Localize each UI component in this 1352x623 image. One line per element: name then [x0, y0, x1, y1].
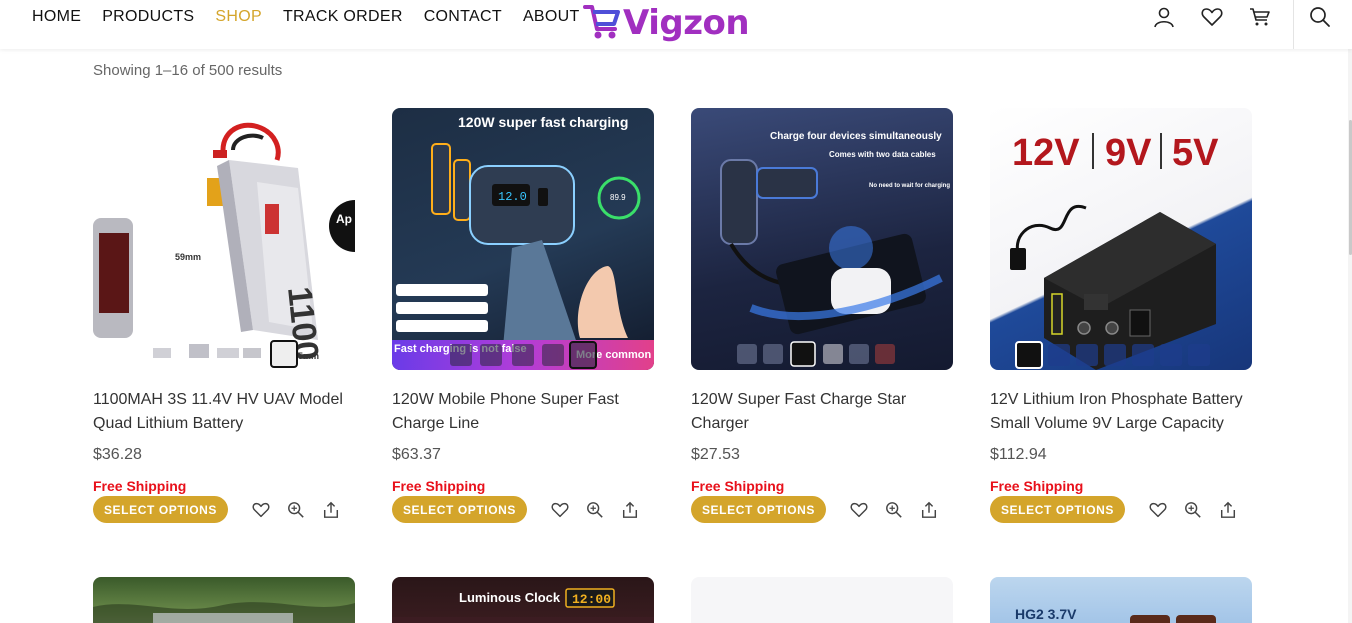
product-card: Charge four devices simultaneously Comes…: [691, 108, 953, 523]
main-nav: HOME PRODUCTS SHOP TRACK ORDER CONTACT A…: [32, 0, 580, 34]
product-card: 120W super fast charging 12.0 89.9 Fast …: [392, 108, 654, 523]
share-icon[interactable]: [918, 499, 940, 521]
product-title[interactable]: 12V Lithium Iron Phosphate Battery Small…: [990, 388, 1252, 436]
free-shipping-label: Free Shipping: [990, 478, 1084, 494]
dimension-label-b: 5mm: [298, 351, 319, 361]
product-card: 1100 59mm 5mm Ap 1100MAH 3S 11.4V HV UAV…: [93, 108, 355, 523]
voltage-12v: 12V: [1012, 132, 1080, 174]
image-line-2: Comes with two data cables: [829, 150, 936, 159]
user-icon[interactable]: [1150, 3, 1178, 31]
product-title[interactable]: 120W Super Fast Charge Star Charger: [691, 388, 953, 436]
wishlist-heart-icon[interactable]: [848, 499, 870, 521]
nav-about[interactable]: ABOUT: [523, 8, 580, 26]
select-options-button[interactable]: SELECT OPTIONS: [990, 496, 1125, 523]
clock-title-text: Luminous Clock: [459, 590, 561, 605]
free-shipping-label: Free Shipping: [93, 478, 187, 494]
brand-badge-text: Ap: [336, 212, 352, 226]
product-actions: SELECT OPTIONS: [392, 496, 654, 523]
product-price: $36.28: [93, 446, 142, 463]
free-shipping-label: Free Shipping: [392, 478, 486, 494]
select-options-button[interactable]: SELECT OPTIONS: [392, 496, 527, 523]
free-shipping-label: Free Shipping: [691, 478, 785, 494]
product-actions: SELECT OPTIONS: [691, 496, 953, 523]
select-options-button[interactable]: SELECT OPTIONS: [691, 496, 826, 523]
quick-view-zoom-icon[interactable]: [285, 499, 307, 521]
header-divider: [1293, 0, 1294, 49]
site-header: HOME PRODUCTS SHOP TRACK ORDER CONTACT A…: [0, 0, 1352, 49]
results-count: Showing 1–16 of 500 results: [93, 62, 283, 79]
nav-contact[interactable]: CONTACT: [424, 8, 502, 26]
nav-home[interactable]: HOME: [32, 8, 81, 26]
wishlist-heart-icon[interactable]: [549, 499, 571, 521]
product-actions: SELECT OPTIONS: [990, 496, 1252, 523]
image-line-3: No need to wait for charging: [869, 183, 950, 189]
product-price: $112.94: [990, 446, 1047, 463]
product-image-row2[interactable]: HG2 3.7V: [990, 577, 1252, 623]
nav-products[interactable]: PRODUCTS: [102, 8, 194, 26]
product-image[interactable]: 120W super fast charging 12.0 89.9 Fast …: [392, 108, 654, 370]
share-icon[interactable]: [1217, 499, 1239, 521]
product-actions: SELECT OPTIONS: [93, 496, 355, 523]
product-title[interactable]: 120W Mobile Phone Super Fast Charge Line: [392, 388, 654, 436]
svg-text:12.0: 12.0: [498, 190, 527, 204]
nav-track-order[interactable]: TRACK ORDER: [283, 8, 403, 26]
clock-time-text: 12:00: [572, 592, 611, 607]
voltage-5v: 5V: [1172, 132, 1219, 174]
wishlist-heart-icon[interactable]: [1147, 499, 1169, 521]
product-image[interactable]: Charge four devices simultaneously Comes…: [691, 108, 953, 370]
share-icon[interactable]: [619, 499, 641, 521]
product-price: $63.37: [392, 446, 441, 463]
product-image-row2[interactable]: Luminous Clock 12:00: [392, 577, 654, 623]
battery-model-text: HG2 3.7V: [1015, 606, 1077, 622]
product-image-row2[interactable]: [93, 577, 355, 623]
voltage-9v: 9V: [1105, 132, 1152, 174]
product-price: $27.53: [691, 446, 740, 463]
product-card: 12V 9V 5V 12V Lithium Iron Phosphate Bat…: [990, 108, 1252, 523]
site-logo[interactable]: Vigzon: [583, 1, 750, 46]
image-readout: 89.9: [610, 193, 626, 202]
quick-view-zoom-icon[interactable]: [883, 499, 905, 521]
product-title[interactable]: 1100MAH 3S 11.4V HV UAV Model Quad Lithi…: [93, 388, 355, 436]
logo-cart-icon: [583, 1, 621, 46]
wishlist-heart-icon[interactable]: [250, 499, 272, 521]
dimension-label-a: 59mm: [175, 252, 201, 262]
quick-view-zoom-icon[interactable]: [584, 499, 606, 521]
product-image[interactable]: 1100 59mm 5mm Ap: [93, 108, 355, 370]
cart-icon[interactable]: [1246, 3, 1274, 31]
image-line-1: Charge four devices simultaneously: [770, 131, 942, 142]
product-image-row2[interactable]: [691, 577, 953, 623]
quick-view-zoom-icon[interactable]: [1182, 499, 1204, 521]
product-image[interactable]: 12V 9V 5V: [990, 108, 1252, 370]
heart-icon[interactable]: [1198, 3, 1226, 31]
image-headline: 120W super fast charging: [458, 114, 628, 130]
nav-shop[interactable]: SHOP: [215, 8, 262, 26]
search-icon[interactable]: [1306, 3, 1334, 31]
logo-text: Vigzon: [623, 3, 750, 43]
select-options-button[interactable]: SELECT OPTIONS: [93, 496, 228, 523]
share-icon[interactable]: [320, 499, 342, 521]
